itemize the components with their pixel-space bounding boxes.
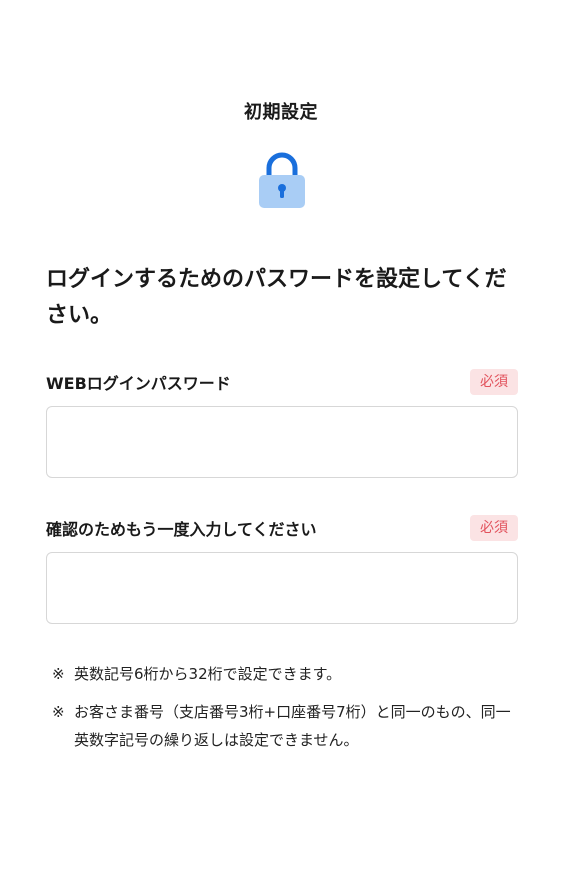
headline: ログインするためのパスワードを設定してください。	[46, 267, 507, 328]
password-input[interactable]	[46, 406, 518, 478]
note-mark: ※	[52, 665, 65, 683]
note-mark: ※	[52, 703, 65, 721]
password-label-row: WEBログインパスワード 必須	[46, 367, 518, 397]
confirm-required-badge: 必須	[470, 515, 518, 541]
note-text: お客さま番号（支店番号3桁+口座番号7桁）と同一のもの、同一英数字記号の繰り返し…	[74, 703, 511, 749]
password-label: WEBログインパスワード	[46, 374, 231, 393]
note-item: ※ お客さま番号（支店番号3桁+口座番号7桁）と同一のもの、同一英数字記号の繰り…	[52, 698, 522, 754]
confirm-label-row: 確認のためもう一度入力してください 必須	[46, 513, 518, 543]
note-item: ※ 英数記号6桁から32桁で設定できます。	[52, 660, 522, 688]
confirm-password-input[interactable]	[46, 552, 518, 624]
confirm-password-label: 確認のためもう一度入力してください	[46, 520, 317, 539]
note-text: 英数記号6桁から32桁で設定できます。	[74, 665, 342, 683]
password-required-badge: 必須	[470, 369, 518, 395]
lock-icon	[259, 152, 305, 208]
notes-list: ※ 英数記号6桁から32桁で設定できます。 ※ お客さま番号（支店番号3桁+口座…	[52, 660, 522, 764]
page-title: 初期設定	[244, 102, 318, 123]
